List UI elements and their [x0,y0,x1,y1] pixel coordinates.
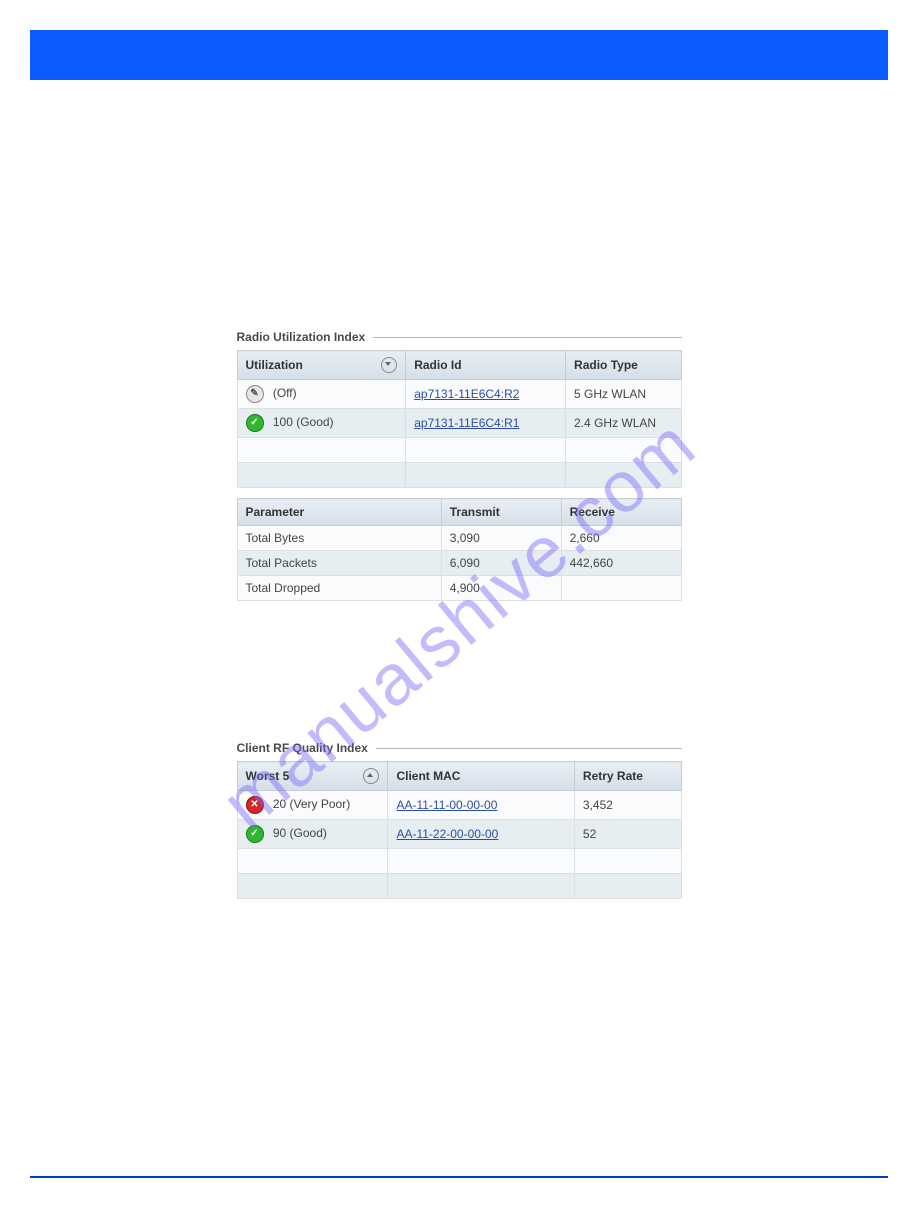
header-bar [30,30,888,80]
parameter-label: Total Dropped [237,576,441,601]
sort-asc-icon[interactable] [363,768,379,784]
footer-divider [30,1176,888,1178]
status-off-icon: ✎ [246,385,264,403]
table-row [237,874,681,899]
col-radio-type-label: Radio Type [574,358,638,372]
table-row: Total Dropped 4,900 [237,576,681,601]
radio-id-link[interactable]: ap7131-11E6C4:R2 [414,387,519,401]
col-worst5-label: Worst 5 [246,769,290,783]
radio-util-title-row: Radio Utilization Index [237,330,682,344]
status-good-icon: ✓ [246,414,264,432]
sort-desc-icon[interactable] [381,357,397,373]
utilization-value: (Off) [273,386,297,400]
col-worst5[interactable]: Worst 5 [237,762,388,791]
transmit-value: 6,090 [441,551,561,576]
col-retry-rate[interactable]: Retry Rate [574,762,681,791]
client-rf-section: Client RF Quality Index Worst 5 Client M [237,741,682,899]
table-row: ✓ 100 (Good) ap7131-11E6C4:R1 2.4 GHz WL… [237,409,681,438]
divider [376,748,682,749]
parameter-label: Total Bytes [237,526,441,551]
col-transmit[interactable]: Transmit [441,499,561,526]
table-row [237,849,681,874]
receive-value [561,576,681,601]
quality-value: 90 (Good) [273,826,327,840]
divider [373,337,681,338]
table-row [237,438,681,463]
table-header-row: Utilization Radio Id Radio Type [237,351,681,380]
transmit-value: 3,090 [441,526,561,551]
radio-id-link[interactable]: ap7131-11E6C4:R1 [414,416,519,430]
table-row: Total Packets 6,090 442,660 [237,551,681,576]
col-parameter[interactable]: Parameter [237,499,441,526]
col-retry-rate-label: Retry Rate [583,769,643,783]
table-header-row: Worst 5 Client MAC Retry Rate [237,762,681,791]
transmit-value: 4,900 [441,576,561,601]
table-row: Total Bytes 3,090 2,660 [237,526,681,551]
radio-util-title: Radio Utilization Index [237,330,366,344]
table-row [237,463,681,488]
radio-utilization-section: Radio Utilization Index Utilization Radi [237,330,682,601]
status-good-icon: ✓ [246,825,264,843]
client-mac-link[interactable]: AA-11-11-00-00-00 [396,798,497,812]
parameter-label: Total Packets [237,551,441,576]
client-mac-link[interactable]: AA-11-22-00-00-00 [396,827,498,841]
col-radio-type[interactable]: Radio Type [566,351,681,380]
table-row: ✎ (Off) ap7131-11E6C4:R2 5 GHz WLAN [237,380,681,409]
radio-type-value: 2.4 GHz WLAN [566,409,681,438]
client-rf-table: Worst 5 Client MAC Retry Rate [237,761,682,899]
col-radio-id[interactable]: Radio Id [406,351,566,380]
retry-value: 3,452 [574,791,681,820]
table-row: ✓ 90 (Good) AA-11-22-00-00-00 52 [237,820,681,849]
client-rf-title: Client RF Quality Index [237,741,368,755]
col-client-mac-label: Client MAC [396,769,460,783]
table-header-row: Parameter Transmit Receive [237,499,681,526]
parameter-table: Parameter Transmit Receive Total Bytes 3… [237,498,682,601]
receive-value: 2,660 [561,526,681,551]
col-utilization[interactable]: Utilization [237,351,406,380]
retry-value: 52 [574,820,681,849]
col-receive[interactable]: Receive [561,499,681,526]
receive-value: 442,660 [561,551,681,576]
table-row: ✕ 20 (Very Poor) AA-11-11-00-00-00 3,452 [237,791,681,820]
radio-type-value: 5 GHz WLAN [566,380,681,409]
col-radio-id-label: Radio Id [414,358,461,372]
quality-value: 20 (Very Poor) [273,797,350,811]
radio-util-table: Utilization Radio Id Radio Type [237,350,682,488]
status-bad-icon: ✕ [246,796,264,814]
col-client-mac[interactable]: Client MAC [388,762,574,791]
client-rf-title-row: Client RF Quality Index [237,741,682,755]
utilization-value: 100 (Good) [273,415,334,429]
col-utilization-label: Utilization [246,358,303,372]
